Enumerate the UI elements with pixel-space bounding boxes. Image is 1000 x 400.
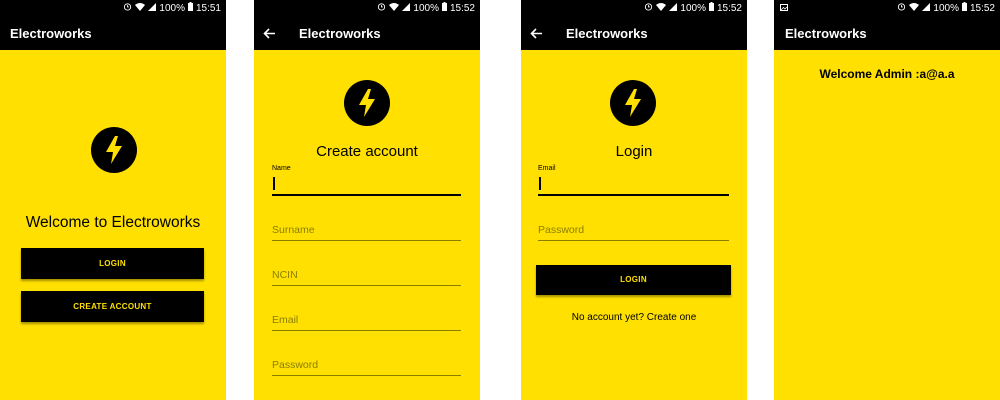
welcome-heading: Welcome to Electroworks [25,214,201,231]
signal-icon [922,0,931,17]
login-screen: 100% 15:52 Electroworks Login Email Pass… [521,0,747,400]
lightning-bolt-icon [344,80,390,126]
wifi-icon [135,0,146,17]
battery-icon [961,0,967,17]
text-caret [539,177,541,190]
password-field[interactable]: Password [538,222,729,242]
status-bar: 100% 15:51 [0,0,226,17]
create-account-heading: Create account [316,143,418,160]
surname-underline [272,240,461,241]
email-field[interactable]: Email [538,165,729,197]
email-placeholder: Email [272,314,299,326]
clock: 15:52 [969,3,995,14]
clock: 15:52 [449,3,475,14]
name-field[interactable]: Name [272,165,461,197]
alarm-icon [644,0,653,17]
status-bar: 100% 15:52 [774,0,1000,17]
admin-screen: 100% 15:52 Electroworks Welcome Admin :a… [774,0,1000,400]
wifi-icon [909,0,920,17]
app-title: Electroworks [566,26,648,41]
password-underline [272,375,461,376]
status-icons: 100% 15:52 [644,0,742,17]
battery-percent: 100% [413,3,439,14]
arrow-left-icon[interactable] [529,26,544,41]
create-account-button[interactable]: CREATE ACCOUNT [21,291,204,322]
app-bar: Electroworks [774,17,1000,50]
clock: 15:51 [195,3,221,14]
status-bar: 100% 15:52 [521,0,747,17]
create-account-link[interactable]: No account yet? Create one [521,312,747,323]
app-title: Electroworks [785,26,867,41]
email-label: Email [538,165,556,172]
signal-icon [669,0,678,17]
arrow-left-icon[interactable] [262,26,277,41]
status-icons: 100% 15:52 [897,0,995,17]
battery-icon [708,0,714,17]
password-field[interactable]: Password [272,357,461,377]
admin-welcome-text: Welcome Admin :a@a.a [819,67,955,81]
image-notification-icon [780,0,788,17]
login-heading: Login [615,143,653,160]
surname-field[interactable]: Surname [272,222,461,242]
create-account-screen: 100% 15:52 Electroworks Create account N… [254,0,480,400]
clock: 15:52 [716,3,742,14]
email-underline [272,330,461,331]
signal-icon [402,0,411,17]
alarm-icon [123,0,132,17]
app-bar: Electroworks [521,17,747,50]
status-icons: 100% 15:51 [123,0,221,17]
battery-percent: 100% [680,3,706,14]
status-left-icons [780,0,788,17]
ncin-placeholder: NCIN [272,269,298,281]
login-button[interactable]: LOGIN [536,265,731,295]
password-placeholder: Password [538,224,585,236]
alarm-icon [377,0,386,17]
text-caret [273,177,275,190]
email-underline [538,194,729,196]
status-icons: 100% 15:52 [377,0,475,17]
battery-percent: 100% [159,3,185,14]
login-button[interactable]: LOGIN [21,248,204,279]
lightning-bolt-icon [91,127,137,173]
app-title: Electroworks [10,26,92,41]
signal-icon [148,0,157,17]
battery-icon [187,0,193,17]
name-label: Name [272,165,291,172]
password-placeholder: Password [272,359,319,371]
wifi-icon [389,0,400,17]
surname-placeholder: Surname [272,224,315,236]
status-bar: 100% 15:52 [254,0,480,17]
password-underline [538,240,729,241]
battery-icon [441,0,447,17]
app-title: Electroworks [299,26,381,41]
name-underline [272,194,461,196]
email-field[interactable]: Email [272,312,461,332]
welcome-screen: 100% 15:51 Electroworks Welcome to Elect… [0,0,226,400]
alarm-icon [897,0,906,17]
app-bar: Electroworks [254,17,480,50]
wifi-icon [656,0,667,17]
lightning-bolt-icon [610,80,656,126]
ncin-field[interactable]: NCIN [272,267,461,287]
app-bar: Electroworks [0,17,226,50]
ncin-underline [272,285,461,286]
battery-percent: 100% [933,3,959,14]
